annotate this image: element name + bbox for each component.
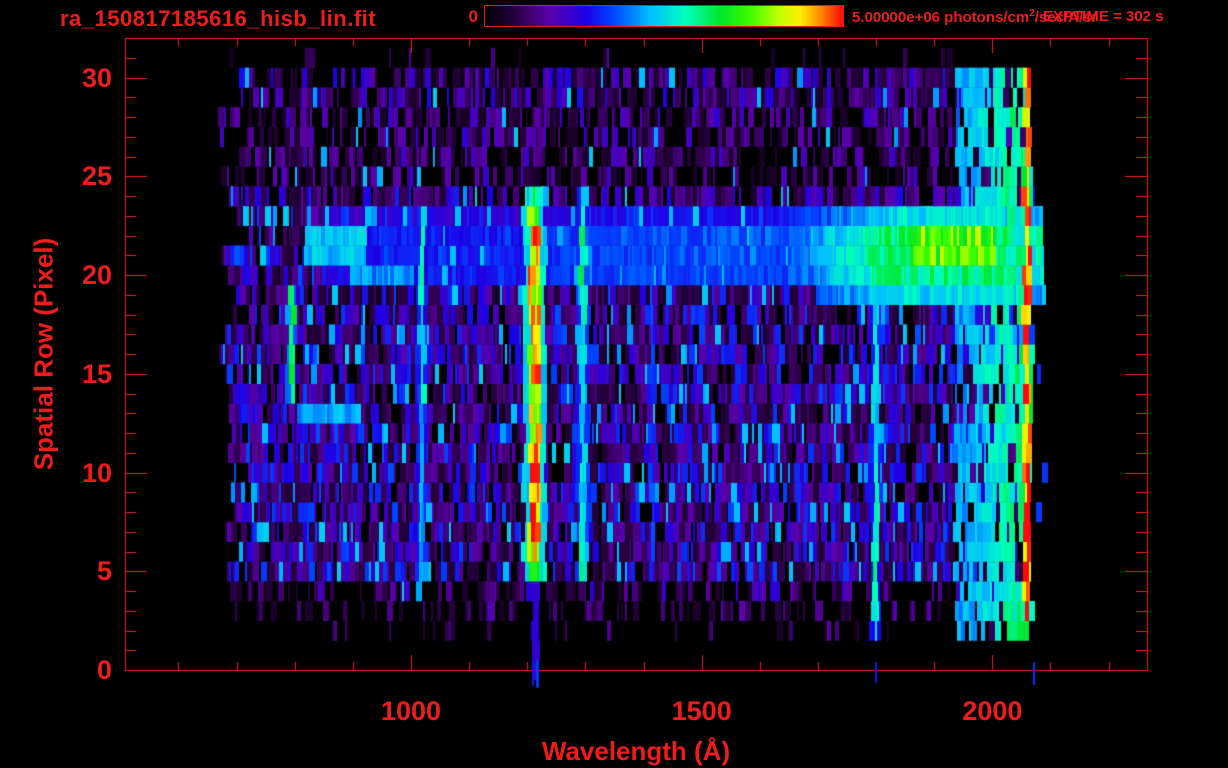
colorbar-min-label: 0: [468, 7, 478, 26]
file-title: ra_150817185616_hisb_lin.fit: [60, 6, 377, 31]
x-tick-label: 1000: [380, 696, 442, 726]
colorbar-max-label-pre: 5.00000e+06 photons/cm: [852, 9, 1030, 26]
y-tick-label: 0: [96, 655, 112, 685]
y-tick-label: 20: [81, 260, 112, 290]
x-tick-label: 2000: [962, 696, 1023, 726]
colorbar: [484, 5, 844, 27]
x-tick-label: 1500: [671, 696, 732, 726]
y-tick-label: 25: [81, 161, 112, 192]
y-tick-label: 10: [81, 457, 112, 488]
x-axis-title: Wavelength (Å): [541, 736, 731, 766]
plot-window: ra_150817185616_hisb_lin.fit 0 5.00000e+…: [0, 0, 1228, 768]
y-tick-label: 30: [81, 62, 112, 93]
y-tick-label: 15: [81, 358, 112, 389]
spectrogram-canvas: [0, 0, 1228, 768]
y-tick-label: 5: [96, 556, 112, 587]
exptime-label: EXPTIME = 302 s: [1043, 8, 1164, 25]
